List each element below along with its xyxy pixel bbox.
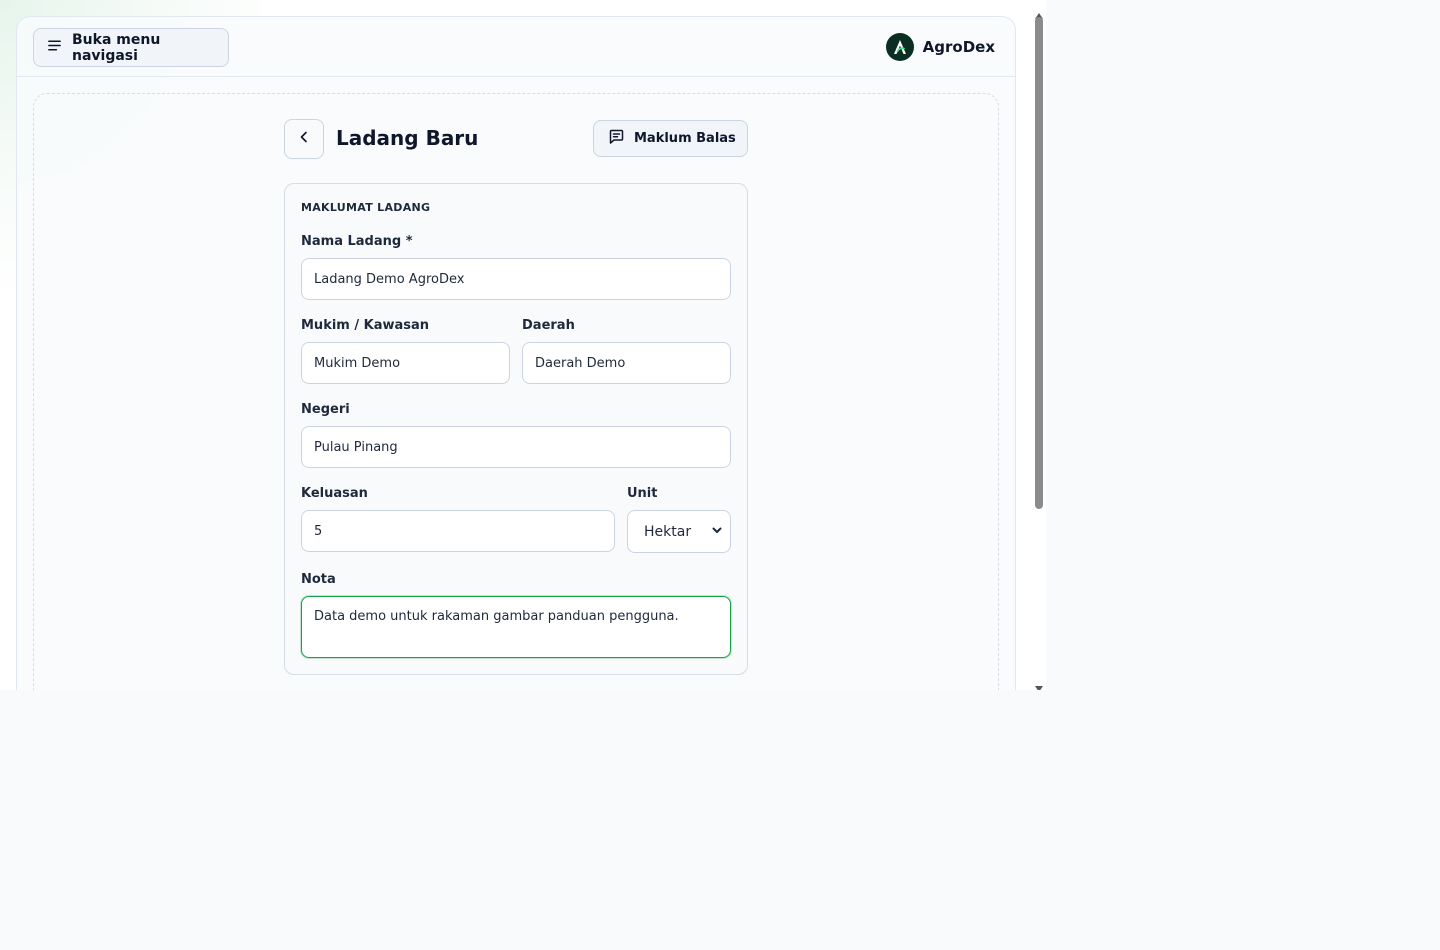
open-navigation-label: Buka menu navigasi xyxy=(72,31,161,64)
section-title: MAKLUMAT LADANG xyxy=(301,201,431,214)
vertical-scrollbar[interactable] xyxy=(1032,0,1046,690)
page-title: Ladang Baru xyxy=(336,126,479,150)
feedback-label: Maklum Balas xyxy=(634,131,736,146)
notes-label: Nota xyxy=(301,572,336,587)
brand[interactable]: AgroDex xyxy=(885,33,995,61)
mukim-label: Mukim / Kawasan xyxy=(301,318,430,333)
area-label: Keluasan xyxy=(301,486,368,501)
farm-info-card: MAKLUMAT LADANG Nama Ladang * Mukim / Ka… xyxy=(284,183,748,675)
farm-name-label: Nama Ladang * xyxy=(301,234,413,249)
notes-textarea[interactable]: Data demo untuk rakaman gambar panduan p… xyxy=(301,596,731,658)
back-button[interactable] xyxy=(284,119,324,159)
unit-label: Unit xyxy=(627,486,658,501)
feedback-button[interactable]: Maklum Balas xyxy=(593,120,748,157)
district-input[interactable] xyxy=(522,342,731,384)
browser-viewport: Buka menu navigasi AgroDex Ladang Baru M… xyxy=(0,0,1046,690)
chevron-left-icon xyxy=(296,129,312,149)
agrodex-logo-icon xyxy=(885,33,914,61)
district-label: Daerah xyxy=(522,318,575,333)
state-label: Negeri xyxy=(301,402,350,417)
page-header: Ladang Baru Maklum Balas xyxy=(284,119,748,159)
unit-select[interactable]: Hektar xyxy=(627,510,731,553)
scroll-down-arrow-icon[interactable] xyxy=(1035,677,1043,690)
state-input[interactable] xyxy=(301,426,731,468)
mukim-input[interactable] xyxy=(301,342,510,384)
content-area: Ladang Baru Maklum Balas MAKLUMAT LADANG… xyxy=(33,93,999,690)
message-square-icon xyxy=(608,128,625,149)
menu-icon xyxy=(47,38,62,57)
open-navigation-button[interactable]: Buka menu navigasi xyxy=(33,28,229,67)
chevron-down-icon xyxy=(711,524,723,540)
farm-name-input[interactable] xyxy=(301,258,731,300)
area-input[interactable] xyxy=(301,510,615,552)
scrollbar-thumb[interactable] xyxy=(1035,17,1043,509)
top-bar: Buka menu navigasi AgroDex xyxy=(17,17,1015,77)
app-frame: Buka menu navigasi AgroDex Ladang Baru M… xyxy=(16,16,1016,690)
brand-name: AgroDex xyxy=(922,38,995,56)
unit-select-value: Hektar xyxy=(644,523,692,540)
